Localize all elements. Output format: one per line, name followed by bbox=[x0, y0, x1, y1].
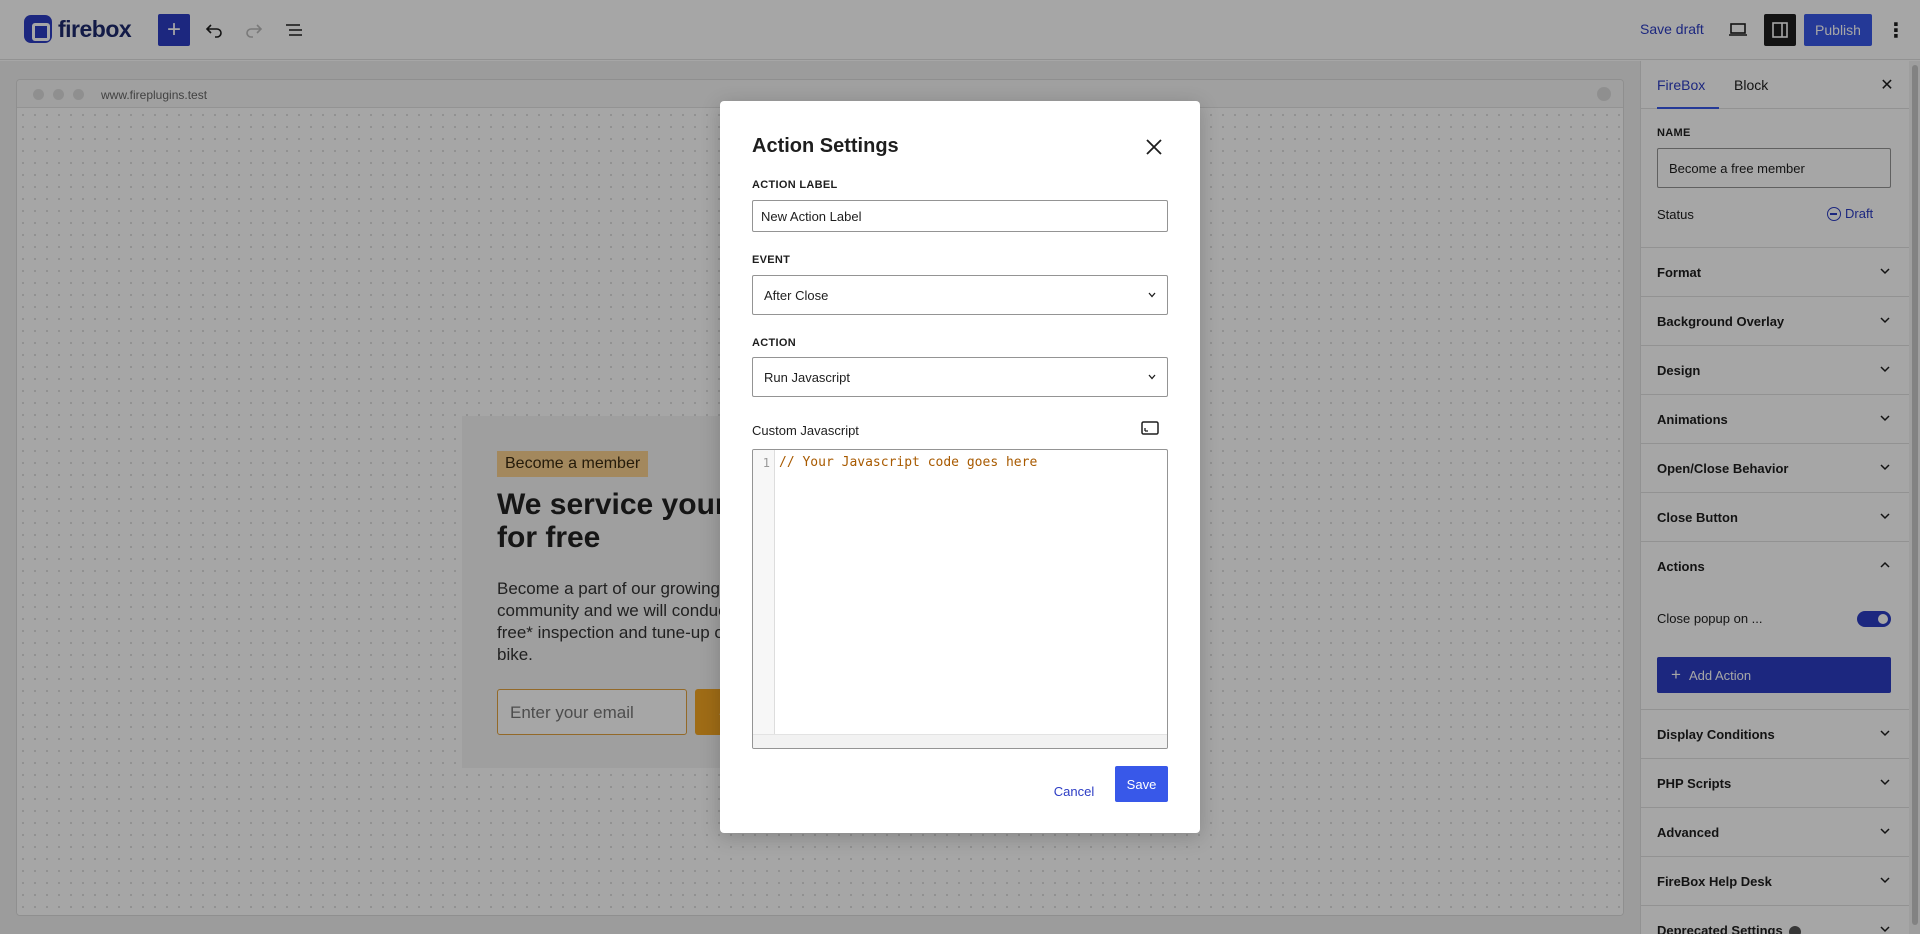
custom-javascript-label: Custom Javascript bbox=[752, 423, 859, 438]
fullscreen-icon[interactable] bbox=[1140, 419, 1160, 437]
chevron-down-icon bbox=[1148, 374, 1156, 380]
cancel-button[interactable]: Cancel bbox=[1044, 773, 1104, 809]
code-editor[interactable]: 1 // Your Javascript code goes here bbox=[752, 449, 1168, 749]
close-modal-button[interactable] bbox=[1140, 133, 1168, 161]
line-number: 1 bbox=[762, 456, 770, 470]
editor-scrollbar[interactable] bbox=[753, 734, 1167, 748]
action-value: Run Javascript bbox=[764, 370, 850, 385]
event-value: After Close bbox=[764, 288, 829, 303]
event-label: EVENT bbox=[752, 254, 791, 266]
line-gutter: 1 bbox=[753, 450, 775, 736]
action-label-label: ACTION LABEL bbox=[752, 179, 838, 191]
save-button[interactable]: Save bbox=[1115, 766, 1168, 802]
close-icon bbox=[1146, 139, 1162, 155]
action-type-label: ACTION bbox=[752, 337, 796, 349]
event-select[interactable]: After Close bbox=[752, 275, 1168, 315]
modal-title: Action Settings bbox=[752, 135, 899, 157]
code-line[interactable]: // Your Javascript code goes here bbox=[779, 455, 1037, 470]
chevron-down-icon bbox=[1148, 292, 1156, 298]
action-select[interactable]: Run Javascript bbox=[752, 357, 1168, 397]
action-settings-modal: Action Settings ACTION LABEL New Action … bbox=[720, 101, 1200, 833]
action-label-input[interactable]: New Action Label bbox=[752, 200, 1168, 232]
